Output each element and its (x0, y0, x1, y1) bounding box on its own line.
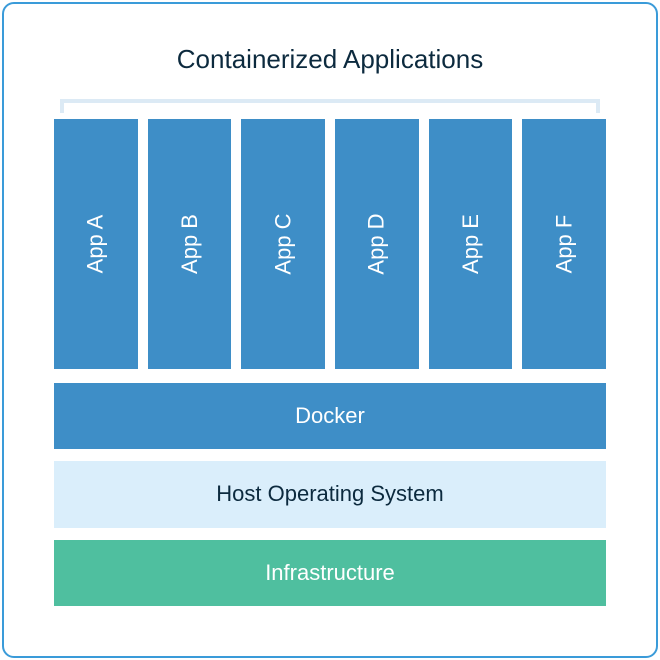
host-os-layer: Host Operating System (54, 461, 606, 527)
app-label: App F (551, 214, 577, 273)
diagram-frame: Containerized Applications App A App B A… (2, 2, 658, 658)
docker-layer: Docker (54, 383, 606, 449)
apps-bracket (60, 99, 600, 113)
diagram-title: Containerized Applications (54, 44, 606, 75)
app-d-box: App D (335, 119, 419, 369)
app-label: App B (177, 214, 203, 274)
app-e-box: App E (429, 119, 513, 369)
app-a-box: App A (54, 119, 138, 369)
apps-row: App A App B App C App D App E App F (54, 119, 606, 369)
app-label: App C (270, 213, 296, 274)
app-label: App A (83, 214, 109, 273)
app-f-box: App F (522, 119, 606, 369)
app-c-box: App C (241, 119, 325, 369)
infrastructure-layer: Infrastructure (54, 540, 606, 606)
app-b-box: App B (148, 119, 232, 369)
app-label: App D (364, 213, 390, 274)
app-label: App E (458, 214, 484, 274)
